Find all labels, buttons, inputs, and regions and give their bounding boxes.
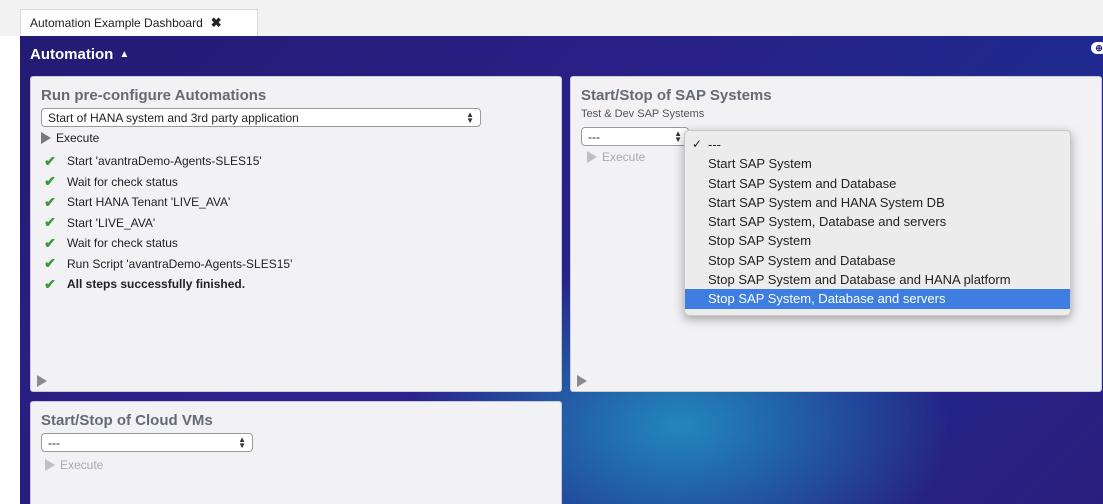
- dropdown-option[interactable]: Stop SAP System and Database: [685, 251, 1070, 270]
- option-label: Stop SAP System, Database and servers: [708, 291, 946, 307]
- gamepad-icon[interactable]: ⊕: [1091, 42, 1103, 54]
- list-item: ✔ Wait for check status: [41, 172, 551, 193]
- option-label: Start SAP System, Database and servers: [708, 214, 947, 230]
- play-icon: [41, 132, 51, 144]
- check-icon: ✔: [44, 275, 56, 292]
- execute-button[interactable]: Execute: [45, 458, 551, 472]
- check-icon: ✔: [44, 193, 56, 210]
- check-icon: ✔: [44, 214, 56, 231]
- dropdown-option-highlighted[interactable]: Stop SAP System, Database and servers: [685, 289, 1070, 309]
- execute-label: Execute: [60, 458, 104, 472]
- list-item: ✔ Start 'avantraDemo-Agents-SLES15': [41, 151, 551, 172]
- panel-title: Run pre-configure Automations: [41, 87, 267, 104]
- tab-automation-dashboard[interactable]: Automation Example Dashboard ✖: [20, 9, 258, 36]
- sap-action-dropdown-menu[interactable]: ✓ --- Start SAP System Start SAP System a…: [684, 130, 1071, 316]
- panel-title: Start/Stop of Cloud VMs: [41, 412, 213, 429]
- dropdown-option[interactable]: ✓ ---: [685, 135, 1070, 154]
- steps-list: ✔ Start 'avantraDemo-Agents-SLES15' ✔ Wait…: [41, 151, 551, 295]
- select-arrows-icon: ▲ ▼: [674, 128, 682, 144]
- execute-label: Execute: [602, 150, 646, 164]
- tab-bar: Automation Example Dashboard ✖: [0, 0, 1103, 36]
- play-icon: [45, 459, 55, 471]
- play-icon: [587, 151, 597, 163]
- checkmark-icon: ✓: [692, 137, 703, 151]
- check-icon: ✔: [44, 173, 56, 190]
- sap-action-select[interactable]: --- ▲ ▼: [581, 127, 689, 146]
- step-label: Start HANA Tenant 'LIVE_AVA': [67, 195, 231, 210]
- option-label: Start SAP System and Database: [708, 175, 897, 191]
- select-arrows-icon: ▲ ▼: [238, 434, 246, 450]
- option-label: Stop SAP System and Database: [708, 252, 896, 268]
- dropdown-option[interactable]: Start SAP System and HANA System DB: [685, 193, 1070, 212]
- check-icon: ✔: [44, 152, 56, 169]
- option-label: Start SAP System: [708, 156, 812, 172]
- sap-systems-label: Test & Dev SAP Systems: [581, 108, 705, 120]
- dashboard-title[interactable]: Automation ▲: [30, 46, 129, 63]
- step-label: All steps successfully finished.: [67, 277, 246, 292]
- select-arrows-icon: ▲ ▼: [466, 109, 474, 125]
- step-label: Start 'avantraDemo-Agents-SLES15': [67, 154, 262, 169]
- option-label: Start SAP System and HANA System DB: [708, 194, 945, 210]
- select-value: Start of HANA system and 3rd party appli…: [48, 110, 299, 125]
- panel-title: Start/Stop of SAP Systems: [581, 87, 772, 104]
- close-icon[interactable]: ✖: [211, 15, 222, 31]
- check-icon: ✔: [44, 255, 56, 272]
- run-icon[interactable]: [37, 375, 47, 387]
- caret-up-icon: ▲: [119, 49, 130, 60]
- list-item: ✔ Start 'LIVE_AVA': [41, 213, 551, 234]
- option-label: Stop SAP System and Database and HANA pl…: [708, 272, 1011, 288]
- step-label: Run Script 'avantraDemo-Agents-SLES15': [67, 256, 293, 271]
- list-item: ✔ Wait for check status: [41, 233, 551, 254]
- dropdown-option[interactable]: Start SAP System, Database and servers: [685, 212, 1070, 231]
- dropdown-option[interactable]: Stop SAP System and Database and HANA pl…: [685, 270, 1070, 289]
- dropdown-option[interactable]: Stop SAP System: [685, 231, 1070, 250]
- select-value: ---: [588, 129, 600, 144]
- list-item: ✔ Start HANA Tenant 'LIVE_AVA': [41, 192, 551, 213]
- dropdown-option[interactable]: Start SAP System: [685, 154, 1070, 173]
- list-item: ✔ All steps successfully finished.: [41, 274, 551, 295]
- panel-cloud-vms: Start/Stop of Cloud VMs --- ▲ ▼ Execute: [30, 401, 562, 504]
- panel-run-automations: Run pre-configure Automations Start of H…: [30, 76, 562, 392]
- execute-label: Execute: [56, 131, 100, 145]
- tab-title: Automation Example Dashboard: [30, 16, 203, 30]
- option-label: Stop SAP System: [708, 233, 812, 249]
- execute-button[interactable]: Execute: [41, 131, 551, 145]
- check-icon: ✔: [44, 234, 56, 251]
- automation-select[interactable]: Start of HANA system and 3rd party appli…: [41, 108, 481, 127]
- run-icon[interactable]: [577, 375, 587, 387]
- list-item: ✔ Run Script 'avantraDemo-Agents-SLES15': [41, 254, 551, 275]
- step-label: Start 'LIVE_AVA': [67, 215, 156, 230]
- step-label: Wait for check status: [67, 236, 178, 251]
- select-value: ---: [48, 435, 60, 450]
- cloud-vm-select[interactable]: --- ▲ ▼: [41, 433, 253, 452]
- dashboard-title-text: Automation: [30, 46, 114, 63]
- option-label: ---: [708, 137, 721, 152]
- step-label: Wait for check status: [67, 174, 178, 189]
- dropdown-option[interactable]: Start SAP System and Database: [685, 174, 1070, 193]
